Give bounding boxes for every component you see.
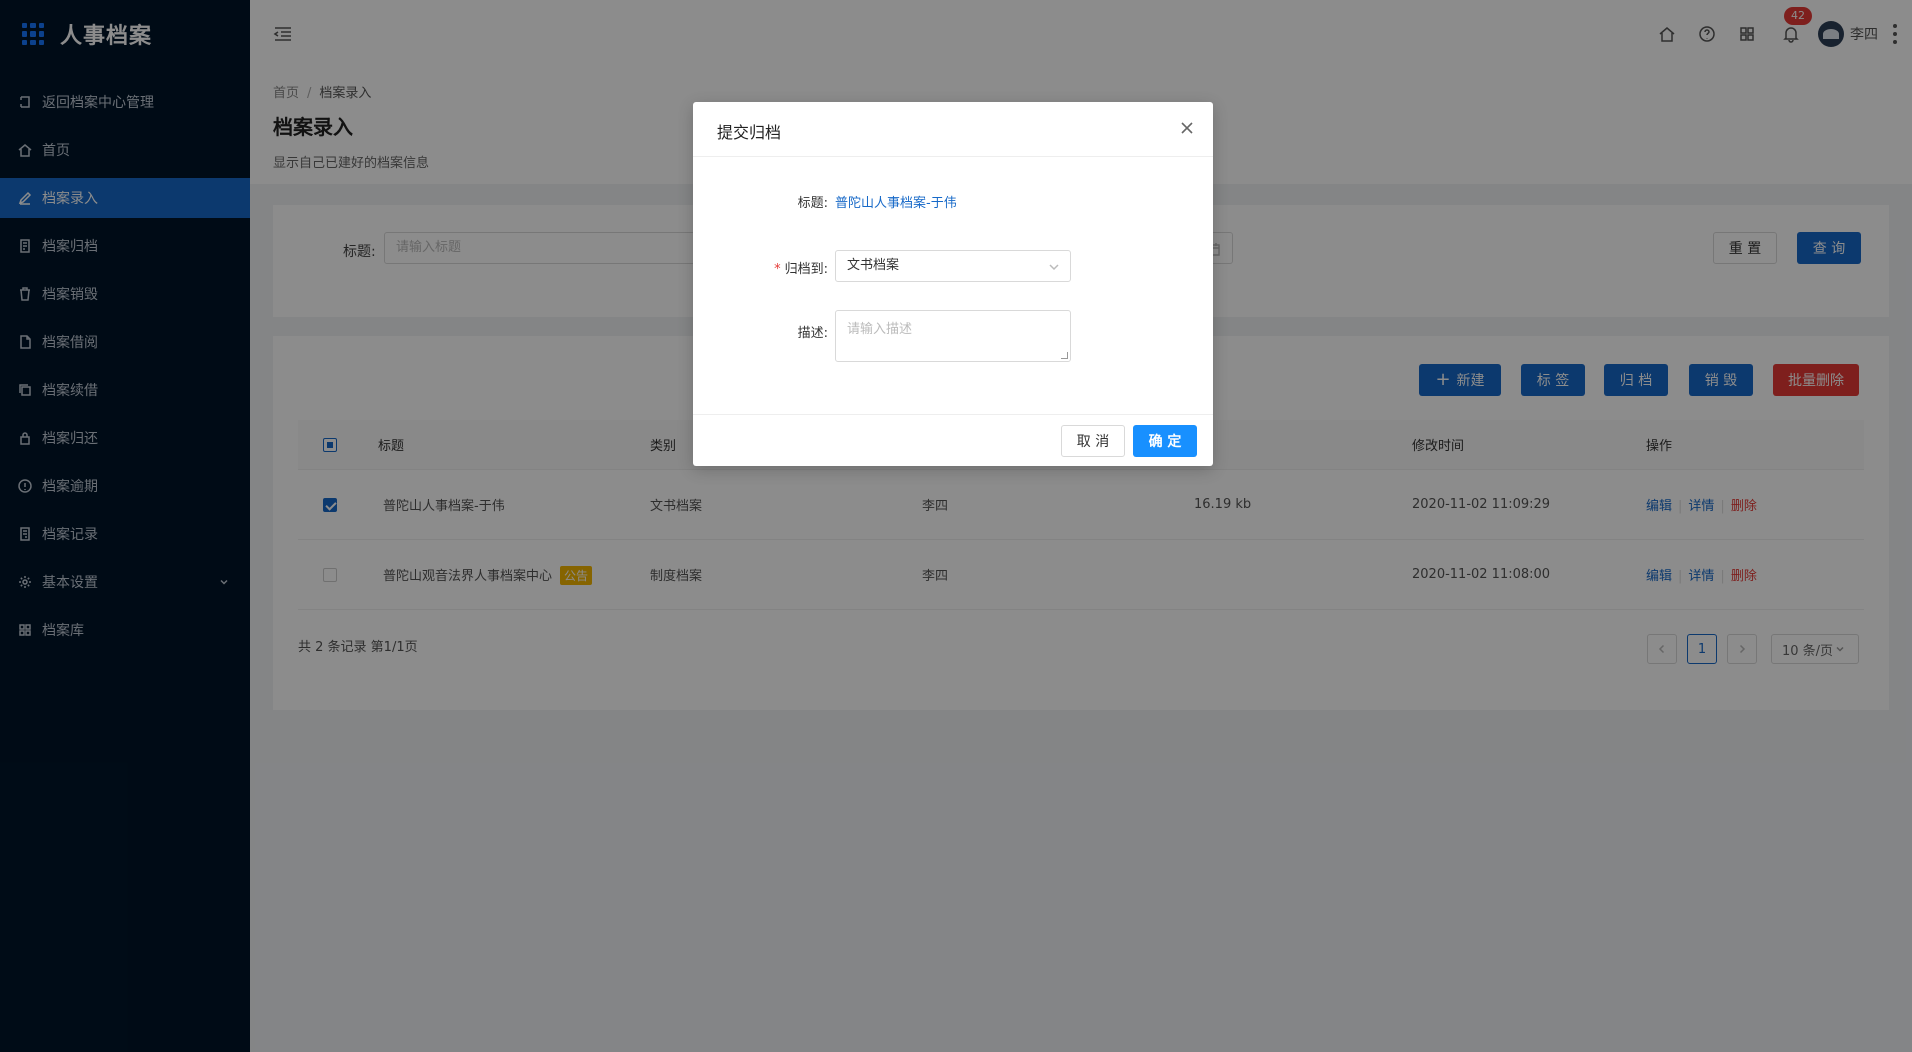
description-label: 描述:: [797, 326, 828, 341]
confirm-button[interactable]: 确 定: [1133, 425, 1197, 457]
archive-to-label: * 归档到:: [774, 262, 828, 277]
modal-footer: 取 消 确 定: [693, 414, 1213, 466]
modal-title-label: 标题:: [797, 196, 828, 211]
submit-archive-modal: 提交归档 标题: 普陀山人事档案-于伟 * 归档到: 文书档案 描述: 请输入描述…: [693, 102, 1213, 466]
archive-to-select[interactable]: 文书档案: [835, 250, 1071, 282]
modal-header: 提交归档: [693, 102, 1213, 157]
close-icon[interactable]: [1179, 120, 1195, 136]
required-mark: *: [774, 262, 781, 277]
cancel-button[interactable]: 取 消: [1061, 425, 1125, 457]
description-textarea[interactable]: 请输入描述: [835, 310, 1071, 362]
chevron-down-icon: [1049, 264, 1059, 271]
modal-title-value[interactable]: 普陀山人事档案-于伟: [835, 192, 957, 211]
modal-title: 提交归档: [717, 123, 782, 142]
archive-to-value: 文书档案: [847, 258, 900, 273]
